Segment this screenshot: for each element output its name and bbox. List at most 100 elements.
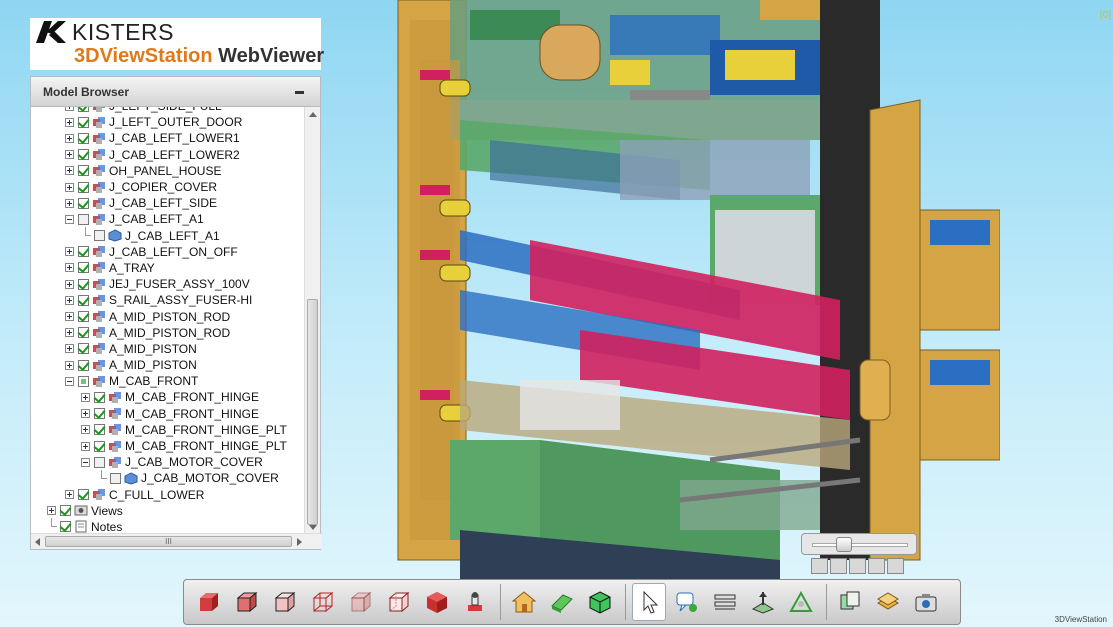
visibility-checkbox[interactable] xyxy=(78,149,89,161)
tree-item[interactable]: M_CAB_FRONT_HINGE_PLT xyxy=(31,438,287,454)
wireframe-hidden-view-button[interactable] xyxy=(382,583,416,621)
visibility-checkbox[interactable] xyxy=(78,246,89,258)
section-button[interactable] xyxy=(746,583,780,621)
tree-expander-icon[interactable] xyxy=(65,166,74,176)
tree-item[interactable]: OH_PANEL_HOUSE xyxy=(31,163,287,179)
transparent-view-button[interactable] xyxy=(344,583,378,621)
visibility-checkbox[interactable] xyxy=(60,521,71,533)
tree-item[interactable]: A_TRAY xyxy=(31,260,287,276)
hidden-line-view-button[interactable] xyxy=(268,583,302,621)
shaded-view-button[interactable] xyxy=(192,583,226,621)
visibility-checkbox[interactable] xyxy=(94,391,105,403)
tree-item[interactable]: J_CAB_LEFT_A1 xyxy=(31,227,287,244)
visibility-checkbox[interactable] xyxy=(78,489,89,501)
visibility-checkbox[interactable] xyxy=(78,197,89,209)
tree-item[interactable]: C_FULL_LOWER xyxy=(31,487,287,503)
tree-expander-icon[interactable] xyxy=(81,425,90,435)
visibility-checkbox[interactable] xyxy=(78,181,89,193)
visibility-checkbox[interactable] xyxy=(94,456,105,468)
measure-button[interactable] xyxy=(708,583,742,621)
scroll-left-arrow-icon[interactable] xyxy=(35,538,40,546)
model-tree[interactable]: J_LEFT_SIDE_FULLJ_LEFT_OUTER_DOORJ_CAB_L… xyxy=(31,107,305,535)
tree-expander-icon[interactable] xyxy=(65,150,74,160)
visibility-checkbox[interactable] xyxy=(110,472,121,484)
tree-expander-icon[interactable] xyxy=(65,295,74,305)
layers-button[interactable] xyxy=(871,583,905,621)
tree-item[interactable]: J_CAB_LEFT_SIDE xyxy=(31,195,287,211)
tree-expander-icon[interactable] xyxy=(65,133,74,143)
zoom-step-button[interactable] xyxy=(830,558,847,574)
tree-expander-icon[interactable] xyxy=(65,263,74,273)
visibility-checkbox[interactable] xyxy=(78,213,89,225)
zoom-step-button[interactable] xyxy=(849,558,866,574)
tree-item[interactable]: J_LEFT_OUTER_DOOR xyxy=(31,114,287,130)
tree-expander-icon[interactable] xyxy=(65,360,74,370)
visibility-checkbox[interactable] xyxy=(94,440,105,452)
visibility-checkbox[interactable] xyxy=(78,294,89,306)
tree-item[interactable]: J_CAB_LEFT_LOWER1 xyxy=(31,130,287,146)
scroll-right-arrow-icon[interactable] xyxy=(297,538,302,546)
scroll-down-arrow-icon[interactable] xyxy=(309,525,317,530)
scroll-up-arrow-icon[interactable] xyxy=(309,112,317,117)
tree-expander-icon[interactable] xyxy=(47,506,56,516)
annotation-button[interactable] xyxy=(670,583,704,621)
select-cursor-button[interactable] xyxy=(632,583,666,621)
tree-item[interactable]: J_CAB_LEFT_ON_OFF xyxy=(31,244,287,260)
zoom-step-button[interactable] xyxy=(811,558,828,574)
visibility-checkbox[interactable] xyxy=(94,230,105,242)
box-view-button[interactable] xyxy=(583,583,617,621)
visibility-checkbox[interactable] xyxy=(94,424,105,436)
tree-expander-icon[interactable] xyxy=(65,328,74,338)
tree-expander-icon[interactable] xyxy=(65,182,74,192)
visibility-checkbox[interactable] xyxy=(78,132,89,144)
tree-item[interactable]: A_MID_PISTON_ROD xyxy=(31,325,287,341)
tree-item[interactable]: J_CAB_LEFT_A1 xyxy=(31,211,287,227)
solid-red-cube-button[interactable] xyxy=(420,583,454,621)
tree-expander-icon[interactable] xyxy=(65,214,74,224)
visibility-checkbox[interactable] xyxy=(78,116,89,128)
visibility-checkbox[interactable] xyxy=(78,359,89,371)
tree-expander-icon[interactable] xyxy=(65,490,74,500)
3d-model-canvas[interactable] xyxy=(380,0,1000,585)
tree-item[interactable]: M_CAB_FRONT_HINGE_PLT xyxy=(31,422,287,438)
tree-item[interactable]: M_CAB_FRONT_HINGE xyxy=(31,389,287,405)
visibility-checkbox[interactable] xyxy=(60,505,71,517)
tree-item[interactable]: J_CAB_MOTOR_COVER xyxy=(31,454,287,470)
tree-item[interactable]: Views xyxy=(31,503,287,519)
visibility-checkbox[interactable] xyxy=(78,165,89,177)
tree-expander-icon[interactable] xyxy=(65,247,74,257)
tree-expander-icon[interactable] xyxy=(65,312,74,322)
model-copy-button[interactable] xyxy=(833,583,867,621)
illustration-view-button[interactable] xyxy=(458,583,492,621)
shaded-edges-view-button[interactable] xyxy=(230,583,264,621)
visibility-checkbox[interactable] xyxy=(78,311,89,323)
visibility-checkbox[interactable] xyxy=(94,408,105,420)
tree-expander-icon[interactable] xyxy=(65,344,74,354)
wireframe-view-button[interactable] xyxy=(306,583,340,621)
visibility-checkbox[interactable] xyxy=(78,278,89,290)
tree-expander-icon[interactable] xyxy=(81,457,90,467)
zoom-step-button[interactable] xyxy=(887,558,904,574)
visibility-checkbox[interactable] xyxy=(78,262,89,274)
tree-item[interactable]: M_CAB_FRONT_HINGE xyxy=(31,406,287,422)
tree-expander-icon[interactable] xyxy=(65,198,74,208)
tree-item[interactable]: J_CAB_LEFT_LOWER2 xyxy=(31,147,287,163)
tree-item[interactable]: JEJ_FUSER_ASSY_100V xyxy=(31,276,287,292)
tree-item[interactable]: A_MID_PISTON_ROD xyxy=(31,308,287,324)
tree-item[interactable]: S_RAIL_ASSY_FUSER-HI xyxy=(31,292,287,308)
screenshot-button[interactable] xyxy=(909,583,943,621)
tree-vertical-scrollbar[interactable] xyxy=(304,107,320,535)
collapse-panel-button[interactable] xyxy=(292,84,308,100)
tree-expander-icon[interactable] xyxy=(81,392,90,402)
tree-item[interactable]: J_COPIER_COVER xyxy=(31,179,287,195)
tree-expander-icon[interactable] xyxy=(81,409,90,419)
tree-expander-icon[interactable] xyxy=(65,279,74,289)
tree-expander-icon[interactable] xyxy=(65,376,74,386)
explode-button[interactable] xyxy=(784,583,818,621)
visibility-checkbox[interactable] xyxy=(78,343,89,355)
tree-expander-icon[interactable] xyxy=(81,441,90,451)
zoom-knob[interactable] xyxy=(836,537,852,552)
tree-item[interactable]: M_CAB_FRONT xyxy=(31,373,287,389)
tree-item[interactable]: J_CAB_MOTOR_COVER xyxy=(31,469,287,486)
visibility-checkbox[interactable] xyxy=(78,375,89,387)
